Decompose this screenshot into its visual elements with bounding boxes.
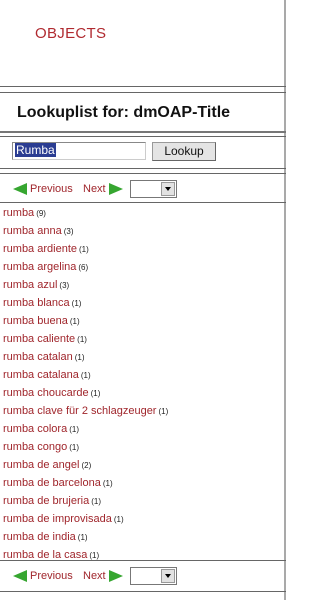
- result-item[interactable]: rumba anna (3): [3, 225, 283, 243]
- divider: [0, 92, 286, 93]
- result-label[interactable]: rumba buena: [3, 315, 68, 327]
- result-label[interactable]: rumba argelina: [3, 261, 76, 273]
- divider: [0, 131, 286, 133]
- result-count: (6): [78, 263, 89, 272]
- previous-arrow-icon[interactable]: [13, 183, 27, 195]
- result-item[interactable]: rumba de brujeria (1): [3, 495, 283, 513]
- result-item[interactable]: rumba de india (1): [3, 531, 283, 549]
- divider: [0, 591, 286, 592]
- pager-top: Previous Next: [0, 179, 286, 201]
- chevron-down-icon[interactable]: [161, 569, 175, 583]
- result-label[interactable]: rumba de angel: [3, 459, 79, 471]
- result-item[interactable]: rumba choucarde (1): [3, 387, 283, 405]
- result-item[interactable]: rumba (9): [3, 207, 283, 225]
- result-item[interactable]: rumba de barcelona (1): [3, 477, 283, 495]
- previous-arrow-icon[interactable]: [13, 570, 27, 582]
- result-label[interactable]: rumba de barcelona: [3, 477, 101, 489]
- result-item[interactable]: rumba ardiente (1): [3, 243, 283, 261]
- result-label[interactable]: rumba congo: [3, 441, 67, 453]
- result-item[interactable]: rumba buena (1): [3, 315, 283, 333]
- result-item[interactable]: rumba blanca (1): [3, 297, 283, 315]
- result-count: (3): [63, 227, 74, 236]
- result-item[interactable]: rumba argelina (6): [3, 261, 283, 279]
- result-item[interactable]: rumba azul (3): [3, 279, 283, 297]
- result-item[interactable]: rumba catalana (1): [3, 369, 283, 387]
- search-input-value: Rumba: [15, 143, 56, 157]
- divider: [0, 173, 286, 174]
- result-count: (1): [158, 407, 169, 416]
- result-label[interactable]: rumba de india: [3, 531, 76, 543]
- result-item[interactable]: rumba congo (1): [3, 441, 283, 459]
- next-arrow-icon[interactable]: [109, 570, 123, 582]
- result-count: (1): [69, 317, 80, 326]
- result-item[interactable]: rumba de improvisada (1): [3, 513, 283, 531]
- result-label[interactable]: rumba anna: [3, 225, 62, 237]
- result-label[interactable]: rumba caliente: [3, 333, 75, 345]
- result-count: (2): [81, 461, 92, 470]
- previous-link[interactable]: Previous: [30, 183, 73, 195]
- next-arrow-icon[interactable]: [109, 183, 123, 195]
- result-count: (1): [102, 479, 113, 488]
- next-link[interactable]: Next: [83, 183, 106, 195]
- result-label[interactable]: rumba de brujeria: [3, 495, 89, 507]
- search-input[interactable]: Rumba: [12, 142, 146, 160]
- lookup-button[interactable]: Lookup: [152, 142, 216, 161]
- divider: [0, 560, 286, 561]
- next-link[interactable]: Next: [83, 570, 106, 582]
- result-count: (1): [77, 335, 87, 344]
- divider: [0, 86, 286, 87]
- result-count: (1): [77, 533, 88, 542]
- result-label[interactable]: rumba blanca: [3, 297, 70, 309]
- page-select[interactable]: [130, 180, 177, 198]
- search-row: Rumba Lookup: [0, 142, 286, 166]
- results-list: rumba (9) rumba anna (3) rumba ardiente (1) ru…: [3, 207, 283, 567]
- page-frame: OBJECTS Lookuplist for: dmOAP-Title Rumb…: [0, 0, 286, 600]
- previous-link[interactable]: Previous: [30, 570, 73, 582]
- result-label[interactable]: rumba de improvisada: [3, 513, 112, 525]
- divider: [0, 202, 286, 203]
- result-item[interactable]: rumba caliente (1): [3, 333, 283, 351]
- result-count: (3): [59, 281, 70, 290]
- lookup-title: Lookuplist for: dmOAP-Title: [17, 104, 231, 121]
- pager-bottom: Previous Next: [0, 566, 286, 588]
- result-label[interactable]: rumba colora: [3, 423, 67, 435]
- result-label[interactable]: rumba choucarde: [3, 387, 89, 399]
- divider: [0, 136, 286, 137]
- result-count: (1): [89, 551, 100, 560]
- result-item[interactable]: rumba catalan (1): [3, 351, 283, 369]
- result-count: (1): [80, 371, 91, 380]
- divider: [0, 168, 286, 169]
- page-select[interactable]: [130, 567, 177, 585]
- result-item[interactable]: rumba de angel (2): [3, 459, 283, 477]
- result-count: (1): [113, 515, 124, 524]
- result-count: (1): [69, 425, 79, 434]
- result-count: (1): [71, 299, 82, 308]
- result-label[interactable]: rumba clave für 2 schlagzeuger: [3, 405, 156, 417]
- result-label[interactable]: rumba ardiente: [3, 243, 77, 255]
- result-item[interactable]: rumba de la casa (1): [3, 549, 283, 567]
- chevron-down-icon[interactable]: [161, 182, 175, 196]
- result-count: (1): [91, 497, 101, 506]
- result-count: (9): [36, 209, 46, 218]
- result-label[interactable]: rumba azul: [3, 279, 57, 291]
- header-title: OBJECTS: [35, 25, 107, 42]
- result-label[interactable]: rumba catalana: [3, 369, 79, 381]
- result-count: (1): [90, 389, 101, 398]
- result-label[interactable]: rumba catalan: [3, 351, 73, 363]
- result-count: (1): [74, 353, 85, 362]
- result-item[interactable]: rumba colora (1): [3, 423, 283, 441]
- result-label[interactable]: rumba: [3, 207, 34, 219]
- result-count: (1): [69, 443, 79, 452]
- result-item[interactable]: rumba clave für 2 schlagzeuger (1): [3, 405, 283, 423]
- result-count: (1): [79, 245, 89, 254]
